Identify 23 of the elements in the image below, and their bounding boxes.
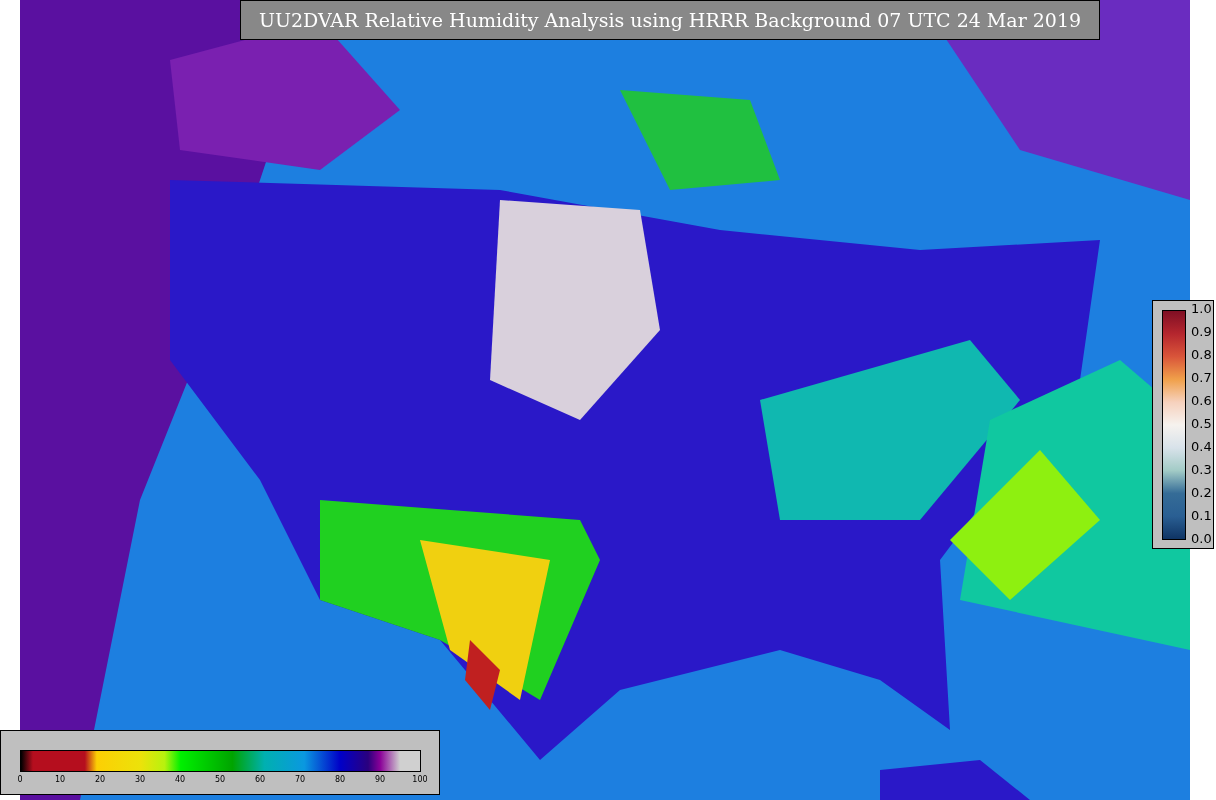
- tick-label: 0.4: [1191, 440, 1212, 454]
- tick-label: 0.6: [1191, 394, 1212, 408]
- tick-label: 30: [133, 775, 147, 785]
- tick-label: 0.5: [1191, 417, 1212, 431]
- tick-label: 50: [213, 775, 227, 785]
- tick-label: 90: [373, 775, 387, 785]
- tick-label: 40: [173, 775, 187, 785]
- tick-label: 0.2: [1191, 486, 1212, 500]
- tick-label: 0.9: [1191, 325, 1212, 339]
- map-title: UU2DVAR Relative Humidity Analysis using HRRR Background 07 UTC 24 Mar 2019: [240, 0, 1100, 40]
- tick-label: 0.7: [1191, 371, 1212, 385]
- tick-label: 100: [411, 775, 429, 785]
- tick-label: 70: [293, 775, 307, 785]
- tick-label: 0.1: [1191, 509, 1212, 523]
- tick-label: 1.0: [1191, 302, 1212, 316]
- tick-label: 0: [16, 775, 24, 785]
- tick-label: 0.3: [1191, 463, 1212, 477]
- tick-label: 10: [53, 775, 67, 785]
- tick-label: 20: [93, 775, 107, 785]
- tick-label: 0.0: [1191, 532, 1212, 546]
- tick-label: 60: [253, 775, 267, 785]
- tick-label: 80: [333, 775, 347, 785]
- tick-label: 0.8: [1191, 348, 1212, 362]
